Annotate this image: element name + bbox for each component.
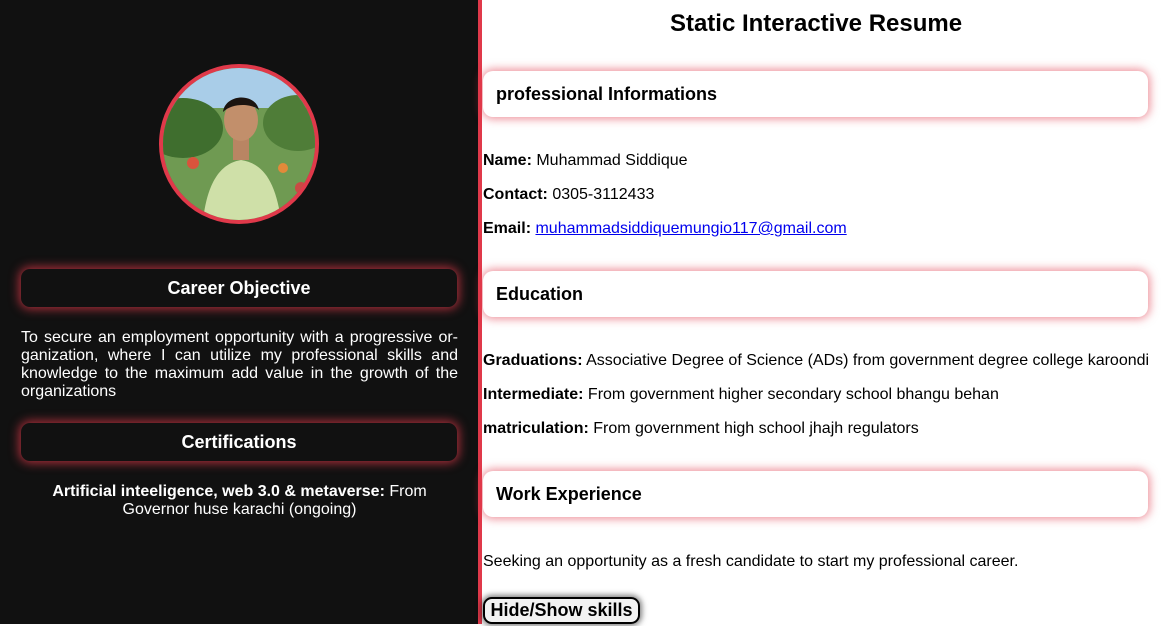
career-objective-text: To secure an employment opportunity with…: [21, 329, 458, 400]
matriculation-label: matriculation:: [483, 420, 589, 437]
certifications-heading: Certifications: [21, 423, 457, 461]
name-value: Muhammad Siddique: [531, 152, 688, 169]
career-objective-heading: Career Objective: [21, 269, 457, 307]
intermediate-line: Intermediate: From government higher sec…: [483, 386, 999, 404]
profile-photo: [163, 68, 315, 220]
professional-info-heading: professional Informations: [483, 71, 1148, 117]
email-line: Email: muhammadsiddiquemungio117@gmail.c…: [483, 220, 847, 238]
certification-item: Artificial inteeligence, web 3.0 & metav…: [21, 483, 458, 519]
graduation-label: Graduations:: [483, 352, 583, 369]
hide-show-skills-button[interactable]: Hide/Show skills: [483, 597, 640, 624]
page-title: Static Interactive Resume: [669, 10, 963, 37]
sidebar: Career Objective To secure an employment…: [0, 0, 482, 624]
email-label: Email:: [483, 220, 532, 237]
certification-label: Artificial inteeligence, web 3.0 & metav…: [52, 483, 385, 500]
name-label: Name:: [483, 152, 532, 169]
contact-label: Contact:: [483, 186, 548, 203]
graduation-line: Graduations: Associative Degree of Scien…: [483, 352, 1149, 370]
contact-value: 0305-3112433: [547, 186, 655, 203]
avatar: [159, 64, 319, 224]
contact-line: Contact: 0305-3112433: [483, 186, 654, 204]
name-line: Name: Muhammad Siddique: [483, 152, 688, 170]
email-link[interactable]: muhammadsiddiquemungio117@gmail.com: [535, 220, 846, 237]
intermediate-label: Intermediate:: [483, 386, 584, 403]
intermediate-value: From government higher secondary school …: [583, 386, 999, 403]
matriculation-line: matriculation: From government high scho…: [483, 420, 919, 438]
matriculation-value: From government high school jhajh regula…: [588, 420, 919, 437]
graduation-value: Associative Degree of Science (ADs) from…: [582, 352, 1150, 369]
work-experience-text: Seeking an opportunity as a fresh candid…: [483, 553, 1019, 570]
education-heading: Education: [483, 271, 1148, 317]
work-experience-heading: Work Experience: [483, 471, 1148, 517]
